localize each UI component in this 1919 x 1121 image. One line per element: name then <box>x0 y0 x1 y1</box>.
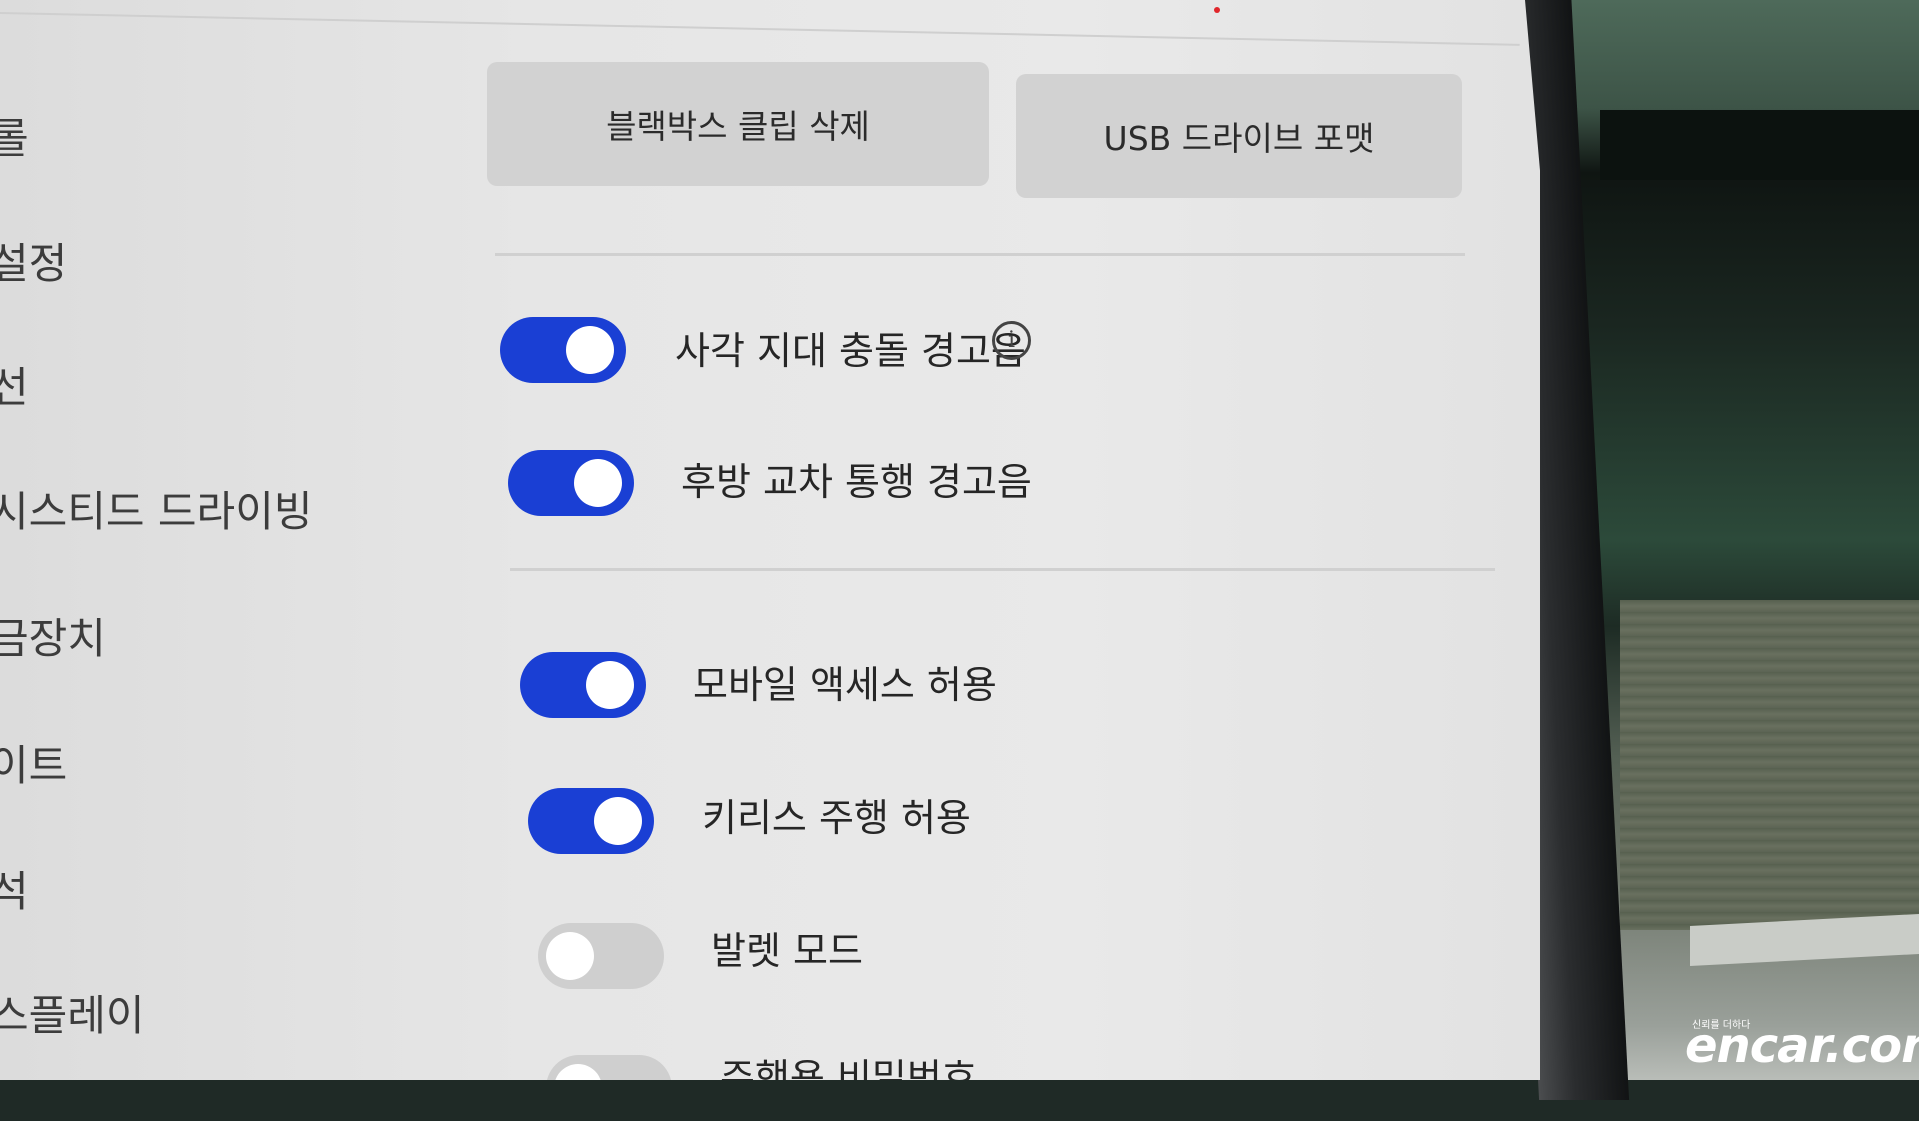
valet-mode-toggle[interactable] <box>538 923 664 989</box>
sidebar-item-update[interactable]: 이트 <box>0 732 67 793</box>
settings-screen: 롤 설정 선 시스티드 드라이빙 금장치 이트 석 스플레이 블랙박스 클립 삭… <box>0 0 1540 1080</box>
pin-to-drive-label: 주행용 비밀번호 <box>720 1056 977 1100</box>
section-divider <box>510 568 1495 571</box>
toggle-knob <box>546 932 594 980</box>
toggle-knob <box>554 1064 602 1080</box>
sidebar-item-seats[interactable]: 석 <box>0 858 29 919</box>
format-usb-button[interactable]: USB 드라이브 포맷 <box>1016 74 1462 198</box>
sidebar-item-locks[interactable]: 금장치 <box>0 605 106 666</box>
rear-cross-traffic-chime-label: 후방 교차 통행 경고음 <box>681 460 1032 504</box>
toggle-knob <box>594 797 642 845</box>
info-icon[interactable]: i <box>992 321 1031 360</box>
toggle-knob <box>574 459 622 507</box>
section-divider <box>495 253 1465 256</box>
blind-spot-chime-toggle[interactable] <box>500 317 626 383</box>
rear-cross-traffic-chime-toggle[interactable] <box>508 450 634 516</box>
sidebar-item-display[interactable]: 스플레이 <box>0 982 145 1043</box>
sidebar-item-settings[interactable]: 설정 <box>0 230 67 291</box>
sidebar-item-control[interactable]: 롤 <box>0 105 29 166</box>
keyless-driving-label: 키리스 주행 허용 <box>702 796 971 840</box>
status-dot <box>1214 7 1220 13</box>
mobile-access-label: 모바일 액세스 허용 <box>693 663 997 707</box>
header-divider <box>0 12 1520 46</box>
encar-watermark: encar.com <box>1685 1018 1919 1074</box>
pin-to-drive-toggle[interactable] <box>546 1055 672 1080</box>
background-dashboard <box>1620 600 1919 930</box>
keyless-driving-toggle[interactable] <box>528 788 654 854</box>
format-usb-label: USB 드라이브 포맷 <box>1103 119 1375 158</box>
blind-spot-chime-label: 사각 지대 충돌 경고음 <box>675 329 1026 373</box>
delete-dashcam-clips-label: 블랙박스 클립 삭제 <box>606 107 870 146</box>
sidebar-item-assisted-driving[interactable]: 시스티드 드라이빙 <box>0 478 312 539</box>
toggle-knob <box>586 661 634 709</box>
valet-mode-label: 발렛 모드 <box>711 929 863 973</box>
sidebar-item-line[interactable]: 선 <box>0 354 29 415</box>
delete-dashcam-clips-button[interactable]: 블랙박스 클립 삭제 <box>487 62 989 186</box>
mobile-access-toggle[interactable] <box>520 652 646 718</box>
toggle-knob <box>566 326 614 374</box>
background-shadow <box>1600 110 1919 180</box>
